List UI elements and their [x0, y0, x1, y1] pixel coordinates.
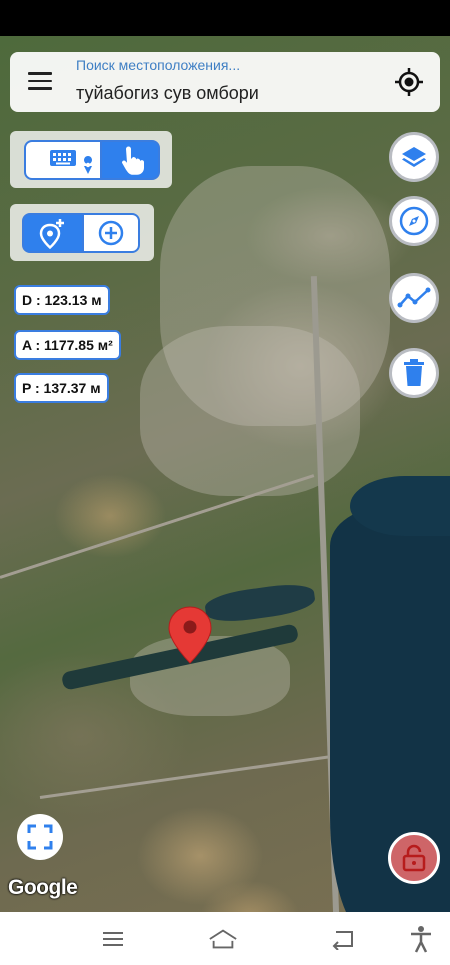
- delete-button[interactable]: [389, 348, 439, 398]
- back-button[interactable]: [328, 924, 358, 954]
- keyboard-icon: [50, 150, 93, 174]
- accessibility-icon: [411, 926, 431, 953]
- recent-apps-button[interactable]: [98, 924, 128, 954]
- menu-icon[interactable]: [28, 72, 52, 90]
- input-mode-panel: [10, 131, 172, 188]
- lock-button[interactable]: [388, 832, 440, 884]
- perimeter-readout: P : 137.37 м: [14, 373, 109, 403]
- search-input[interactable]: туйабогиз сув омбори: [76, 83, 259, 104]
- back-icon: [332, 931, 353, 950]
- google-attribution: Google: [8, 876, 78, 899]
- trash-icon: [404, 359, 424, 386]
- search-placeholder[interactable]: Поиск местоположения...: [76, 57, 240, 73]
- layers-button[interactable]: [389, 132, 439, 182]
- map-pin-icon[interactable]: [166, 605, 214, 665]
- compass-button[interactable]: [389, 196, 439, 246]
- area-readout: A : 1177.85 м²: [14, 330, 121, 360]
- home-icon: [209, 929, 237, 949]
- add-location-button[interactable]: [22, 213, 84, 253]
- add-button[interactable]: [82, 213, 140, 253]
- town-area: [140, 326, 360, 496]
- lock-icon: [402, 844, 426, 872]
- polyline-icon: [397, 287, 431, 308]
- distance-readout: D : 123.13 м: [14, 285, 110, 315]
- search-bar[interactable]: Поиск местоположения... туйабогиз сув ом…: [10, 52, 440, 112]
- accessibility-button[interactable]: [406, 924, 436, 954]
- keyboard-mode-button[interactable]: [24, 140, 102, 180]
- path-button[interactable]: [389, 273, 439, 323]
- road: [39, 754, 338, 799]
- status-bar: [0, 0, 450, 36]
- fullscreen-button[interactable]: [17, 814, 63, 860]
- road: [0, 474, 315, 579]
- menu-lines-icon: [103, 932, 123, 946]
- compass-icon: [399, 206, 429, 236]
- system-nav-bar: [0, 912, 450, 965]
- home-button[interactable]: [208, 924, 238, 954]
- hand-pointer-icon: [121, 146, 144, 175]
- touch-mode-button[interactable]: [100, 140, 160, 180]
- layers-icon: [402, 147, 426, 167]
- reservoir-inlet: [350, 476, 450, 536]
- tool-panel: [10, 204, 154, 261]
- plus-circle-icon: [98, 220, 124, 246]
- add-location-icon: [39, 219, 64, 250]
- crosshair-icon[interactable]: [394, 67, 424, 97]
- pond: [203, 580, 317, 626]
- fullscreen-icon: [27, 824, 53, 850]
